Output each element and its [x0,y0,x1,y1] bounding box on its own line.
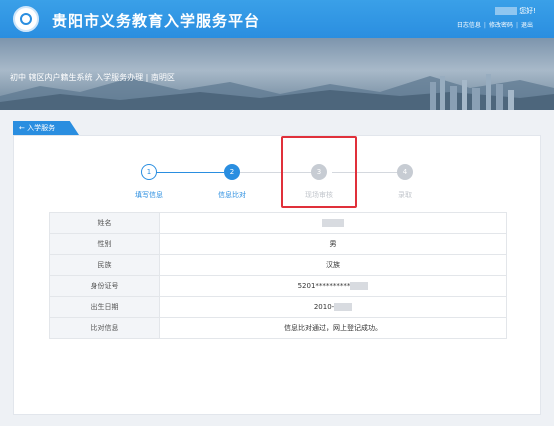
step-2-circle: 2 [224,164,240,180]
step-4-circle: 4 [397,164,413,180]
step-2-label: 信息比对 [218,191,246,199]
top-header: 贵阳市义务教育入学服务平台 您好! 日志信息 | 修改密码 | 退出 [0,0,554,38]
row-key: 民族 [49,254,160,276]
step-connector-1 [156,172,224,173]
table-row: 出生日期 2010- [49,296,507,318]
back-to-enrollment-button[interactable]: ← 入学服务 [13,121,79,135]
main-panel: 1 填写信息 2 信息比对 3 现场审核 4 录取 姓名 性别 男 民族 汉族 … [13,135,541,415]
row-key: 出生日期 [49,296,160,318]
table-row: 比对信息 信息比对通过，网上登记成功。 [49,317,507,339]
username-mask [495,7,518,15]
row-key: 性别 [49,233,160,255]
row-key: 姓名 [49,212,160,234]
logo-icon [13,6,39,32]
step-1-label: 填写信息 [135,191,163,199]
step-1-circle: 1 [141,164,157,180]
row-key: 比对信息 [49,317,160,339]
user-greeting: 您好! [446,6,536,16]
redacted-date [334,303,353,311]
name-value [159,212,507,234]
birth-date-value: 2010- [159,296,507,318]
id-number-value: 5201********** [159,275,507,297]
banner: 初中 辖区内户籍生系统 入学服务办理 | 南明区 [0,38,554,110]
gender-value: 男 [159,233,507,255]
table-row: 民族 汉族 [49,254,507,276]
table-row: 性别 男 [49,233,507,255]
site-title: 贵阳市义务教育入学服务平台 [52,12,261,30]
log-info-link[interactable]: 日志信息 [454,22,484,29]
step-4-label: 录取 [398,191,412,199]
user-links: 日志信息 | 修改密码 | 退出 [426,20,536,29]
redacted-id [350,282,369,290]
info-table: 姓名 性别 男 民族 汉族 身份证号 5201********** 出生日期 2… [49,212,507,339]
change-password-link[interactable]: 修改密码 [486,22,516,29]
table-row: 身份证号 5201********** [49,275,507,297]
breadcrumb: 初中 辖区内户籍生系统 入学服务办理 | 南明区 [10,73,175,82]
redacted-name [322,219,344,227]
comparison-result-value: 信息比对通过，网上登记成功。 [159,317,507,339]
ethnicity-value: 汉族 [159,254,507,276]
row-key: 身份证号 [49,275,160,297]
step-3-highlight-box [281,136,357,208]
logout-link[interactable]: 退出 [518,22,536,29]
table-row: 姓名 [49,212,507,234]
